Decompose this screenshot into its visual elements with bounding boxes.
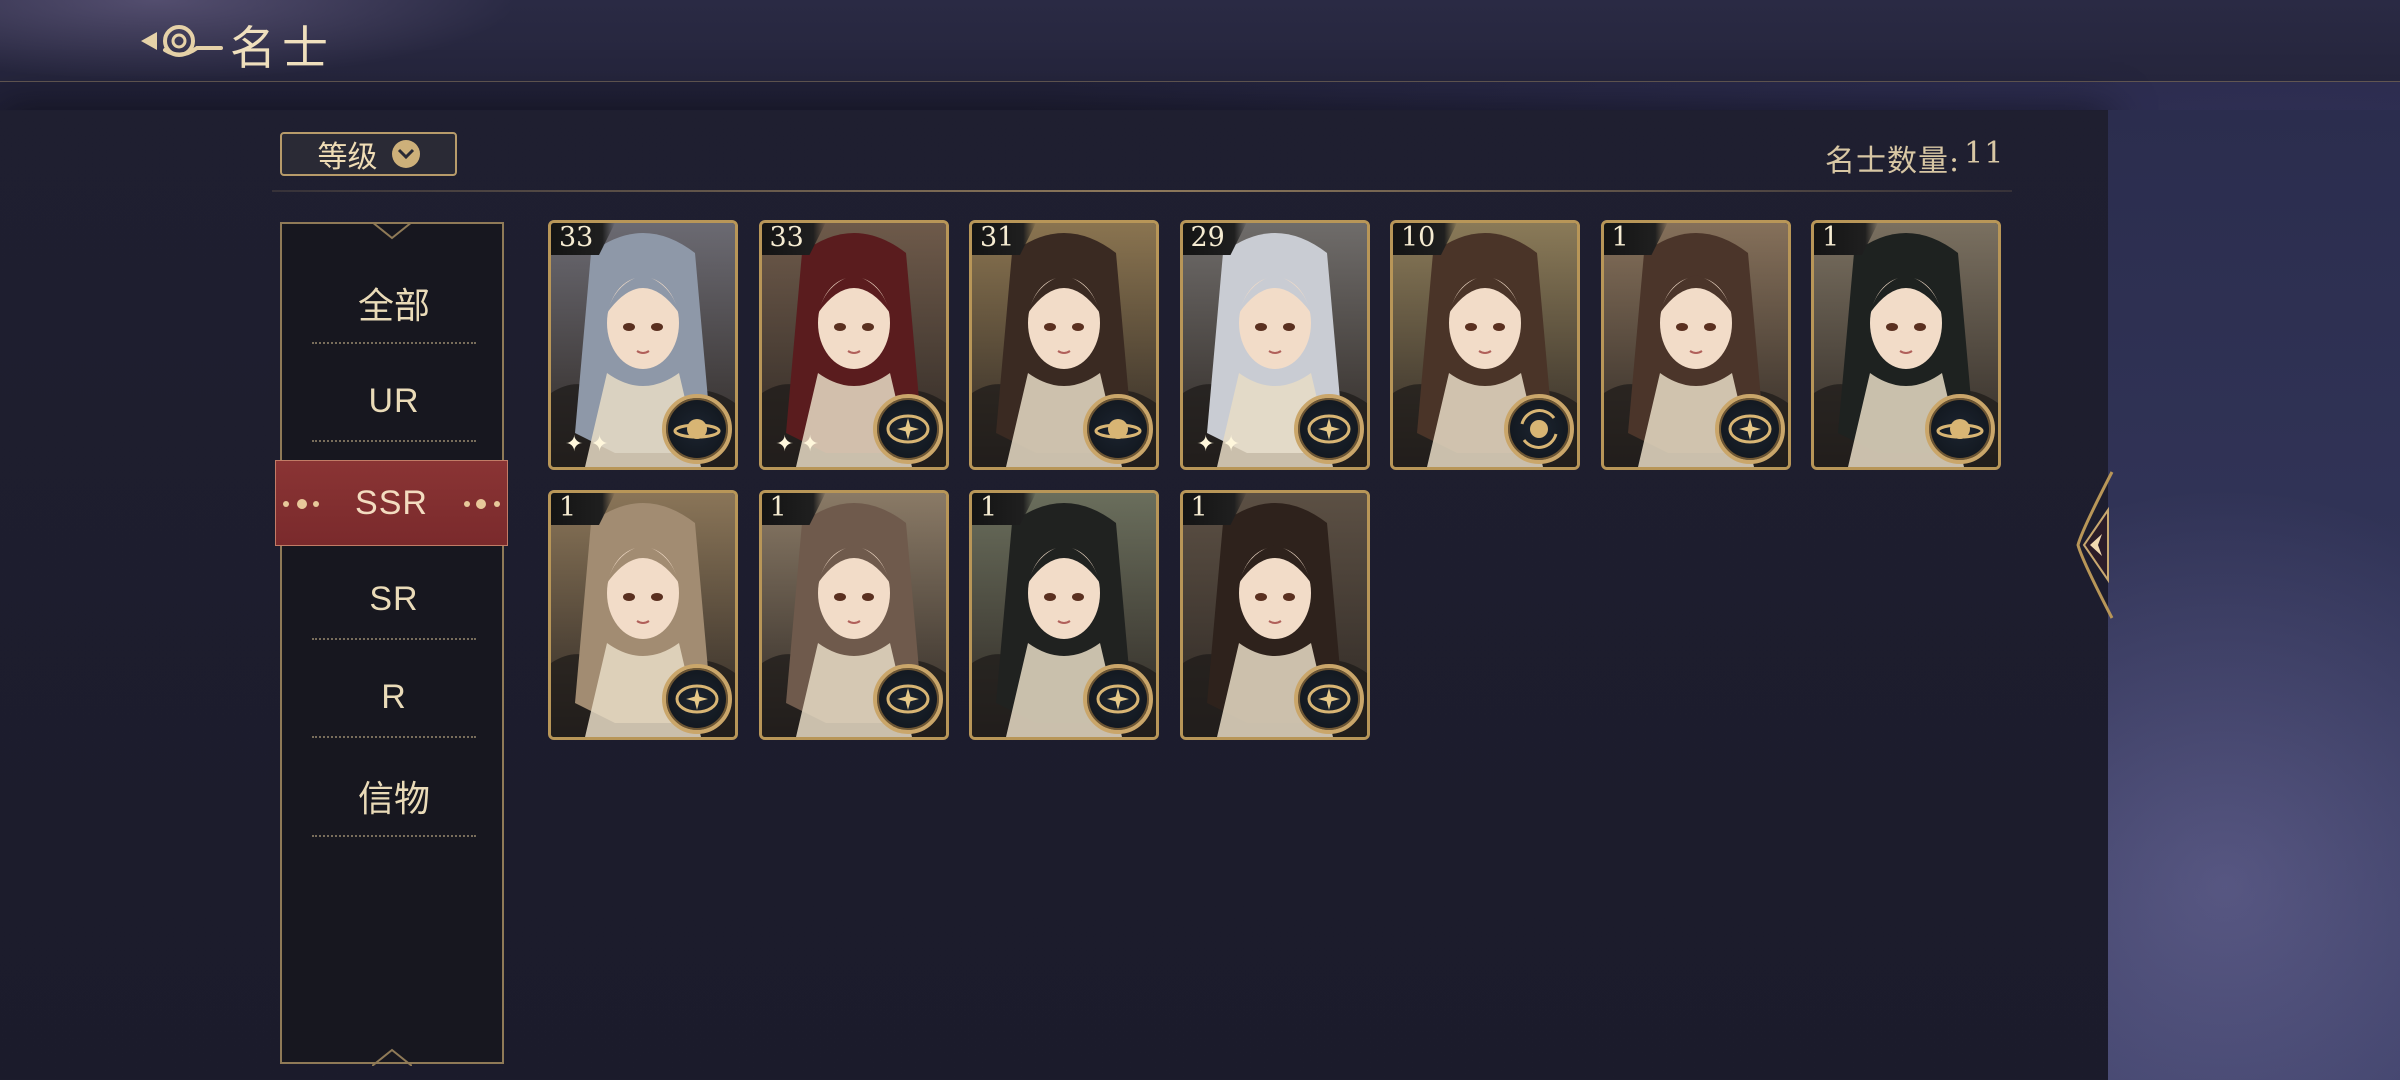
compass-badge-icon <box>1083 664 1153 734</box>
compass-badge-icon <box>1293 664 1364 734</box>
right-backdrop <box>2108 110 2400 1080</box>
sort-dropdown[interactable]: 等级 <box>280 132 457 176</box>
cloud-back-icon <box>141 25 223 57</box>
ornament-left <box>283 499 319 509</box>
planet-badge-icon <box>1925 394 1995 464</box>
hero-card[interactable]: 33 ✦ ✦ <box>758 220 949 470</box>
hero-card[interactable]: 31 <box>969 220 1159 470</box>
category-sr[interactable]: SR <box>312 560 476 640</box>
page-title: 名士 <box>230 21 334 75</box>
category-ssr-label: SSR <box>355 483 428 522</box>
hero-count: 名士数量: 11 <box>1825 136 2004 180</box>
compass-badge-icon <box>872 394 943 464</box>
ornament-right <box>464 499 500 509</box>
compass-badge-icon <box>662 664 732 734</box>
back-button[interactable] <box>135 14 225 68</box>
arrow-left-icon <box>2076 471 2114 619</box>
sparkle-icon: ✦ ✦ <box>1196 432 1241 457</box>
hero-card[interactable]: 1 <box>548 490 738 740</box>
orbit-badge-icon <box>1504 394 1574 464</box>
sort-label: 等级 <box>317 140 378 175</box>
hero-count-label: 名士数量: <box>1825 144 1961 179</box>
chevron-down-icon <box>391 140 420 168</box>
notch-ornament <box>372 222 412 240</box>
sparkle-icon: ✦ ✦ <box>565 432 609 457</box>
divider <box>272 190 2012 192</box>
hero-card[interactable]: 1 <box>1179 490 1370 740</box>
planet-badge-icon <box>662 394 732 464</box>
category-r[interactable]: R <box>312 658 476 738</box>
compass-badge-icon <box>1714 394 1785 464</box>
hero-card[interactable]: 10 <box>1390 220 1580 470</box>
compass-badge-icon <box>1293 394 1364 464</box>
hero-card[interactable]: 1 <box>1600 220 1791 470</box>
category-token[interactable]: 信物 <box>312 757 476 837</box>
category-all[interactable]: 全部 <box>312 264 476 344</box>
hero-card[interactable]: 1 <box>1811 220 2001 470</box>
notch-ornament-bottom <box>372 1048 412 1066</box>
category-list: 全部 UR SR R 信物 <box>280 222 504 1066</box>
planet-badge-icon <box>1083 394 1153 464</box>
category-ssr[interactable]: SSR <box>275 460 508 546</box>
hero-card[interactable]: 33 ✦ ✦ <box>548 220 738 470</box>
hero-card[interactable]: 1 <box>758 490 949 740</box>
sparkle-icon: ✦ ✦ <box>775 432 820 457</box>
category-ur[interactable]: UR <box>312 362 476 442</box>
top-bar: 名士 <box>0 0 2400 82</box>
hero-card[interactable]: 29 ✦ ✦ <box>1179 220 1370 470</box>
compass-badge-icon <box>872 664 943 734</box>
hero-card[interactable]: 1 <box>969 490 1159 740</box>
hero-count-value: 11 <box>1964 136 2005 171</box>
collapse-panel-button[interactable] <box>2072 470 2120 620</box>
